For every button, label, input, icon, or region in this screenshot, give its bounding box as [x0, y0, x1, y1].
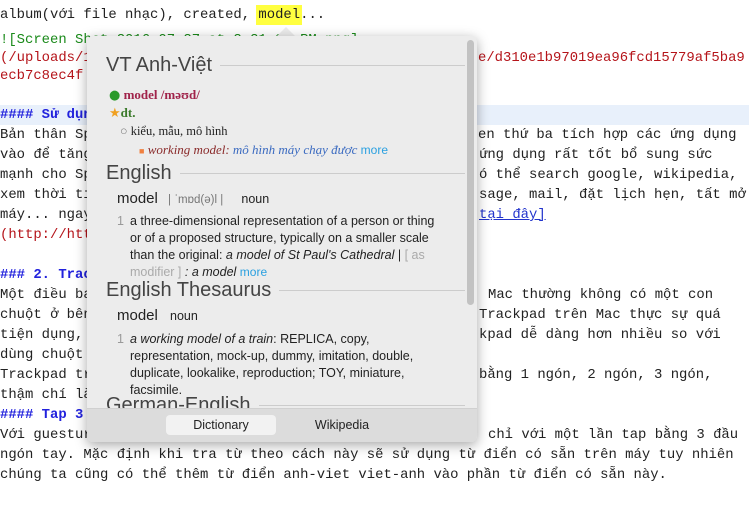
popover-content[interactable]: VT Anh-Việt ● model /məʊd/ ★dt. ○ kiểu, …	[87, 36, 465, 408]
apple-icon: ●	[109, 88, 121, 103]
editor-line-right: kpad dễ dàng hơn nhiều so với	[479, 327, 721, 343]
editor-line-right: sage, mail, đặt lịch hẹn, tất mở	[479, 187, 746, 203]
editor-line: Bản thân Sp	[0, 127, 92, 143]
more-link[interactable]: more	[361, 143, 388, 157]
editor-line: Với guestur	[0, 427, 92, 443]
editor-line-right: en thứ ba tích hợp các ứng dụng	[478, 127, 737, 143]
entry-word: model	[117, 190, 158, 207]
part-of-speech: dt.	[120, 105, 136, 120]
example-en: working model:	[147, 142, 230, 157]
editor-line-right: Trackpad trên Mac thực sự quá	[479, 307, 721, 323]
editor-line: chúng ta cũng có thể thêm từ điển anh-vi…	[0, 467, 667, 483]
editor-line: dùng chuột	[0, 347, 84, 363]
star-icon: ★	[109, 106, 121, 121]
section-title-thesaurus: English Thesaurus	[106, 279, 465, 302]
pronunciation: | ˈmɒd(ə)l |	[168, 194, 224, 206]
editor-line-right: Mac thường không có một con	[488, 287, 714, 303]
editor-line: mạnh cho Sp	[0, 167, 92, 183]
tab-dictionary[interactable]: Dictionary	[166, 415, 276, 435]
example-2: : a model	[181, 265, 237, 279]
editor-line: máy... ngay	[0, 207, 92, 223]
entry-pos: noun	[241, 192, 270, 206]
sense: kiểu, mẫu, mô hình	[130, 124, 228, 138]
example: a model of St Paul's Cathedral	[225, 248, 395, 262]
editor-line: chuột ở bên	[0, 307, 92, 323]
editor-line: ecb7c8ec4f	[0, 68, 84, 84]
editor-line-right: ứng dụng rất tốt bổ sung sức	[479, 147, 713, 163]
sense-number: 1	[117, 332, 124, 346]
headword: model /məʊd/	[123, 87, 200, 102]
editor-link[interactable]: tại đây]	[479, 205, 546, 225]
editor-line-right: chỉ với một lần tap bằng 3 đầu	[488, 427, 739, 443]
editor-line-right: ó thể search google, wikipedia,	[479, 167, 738, 183]
sense-number: 1	[117, 214, 124, 228]
more-link[interactable]: more	[240, 265, 267, 279]
example: a working model of a train	[130, 332, 274, 346]
section-title-english: English	[106, 162, 465, 185]
example-vi: mô hình máy chạy được	[232, 142, 358, 157]
section-title-vt: VT Anh-Việt	[106, 54, 465, 77]
editor-line: thậm chí là	[0, 387, 92, 403]
editor-line: ngón tay. Mặc định khi tra từ theo cách …	[0, 447, 734, 463]
selected-word: model	[256, 5, 303, 25]
section-title-german: German-English	[106, 394, 465, 408]
editor-line-right: bằng 1 ngón, 2 ngón, 3 ngón,	[479, 367, 713, 383]
editor-heading: #### Tap 3	[0, 407, 84, 423]
entry-pos: noun	[170, 309, 198, 323]
editor-line: xem thời ti	[0, 187, 92, 203]
circle-bullet-icon: ○	[120, 124, 128, 138]
editor-heading: ### 2. Trac	[0, 267, 92, 283]
editor-line: album(với file nhạc), created, model...	[0, 5, 326, 25]
popover-footer: Dictionary Wikipedia	[87, 408, 477, 442]
scrollbar-thumb[interactable]	[467, 40, 474, 305]
editor-line: Một điều ba	[0, 287, 92, 303]
editor-line: vào để tăng	[0, 147, 92, 163]
editor-line: tiện dụng,	[0, 327, 92, 343]
editor-line-right: e/d310e1b97019ea96fcd15779af5ba9	[478, 50, 745, 66]
tab-wikipedia[interactable]: Wikipedia	[287, 415, 397, 435]
editor-line: (/uploads/1	[0, 50, 92, 66]
square-bullet-icon: ■	[139, 146, 145, 156]
editor-line: Trackpad tr	[0, 367, 92, 383]
editor-line: (http://htt	[0, 227, 92, 243]
entry-word: model	[117, 307, 158, 324]
dictionary-popover: VT Anh-Việt ● model /məʊd/ ★dt. ○ kiểu, …	[87, 36, 477, 442]
editor-heading: #### Sử dụng	[0, 107, 101, 123]
